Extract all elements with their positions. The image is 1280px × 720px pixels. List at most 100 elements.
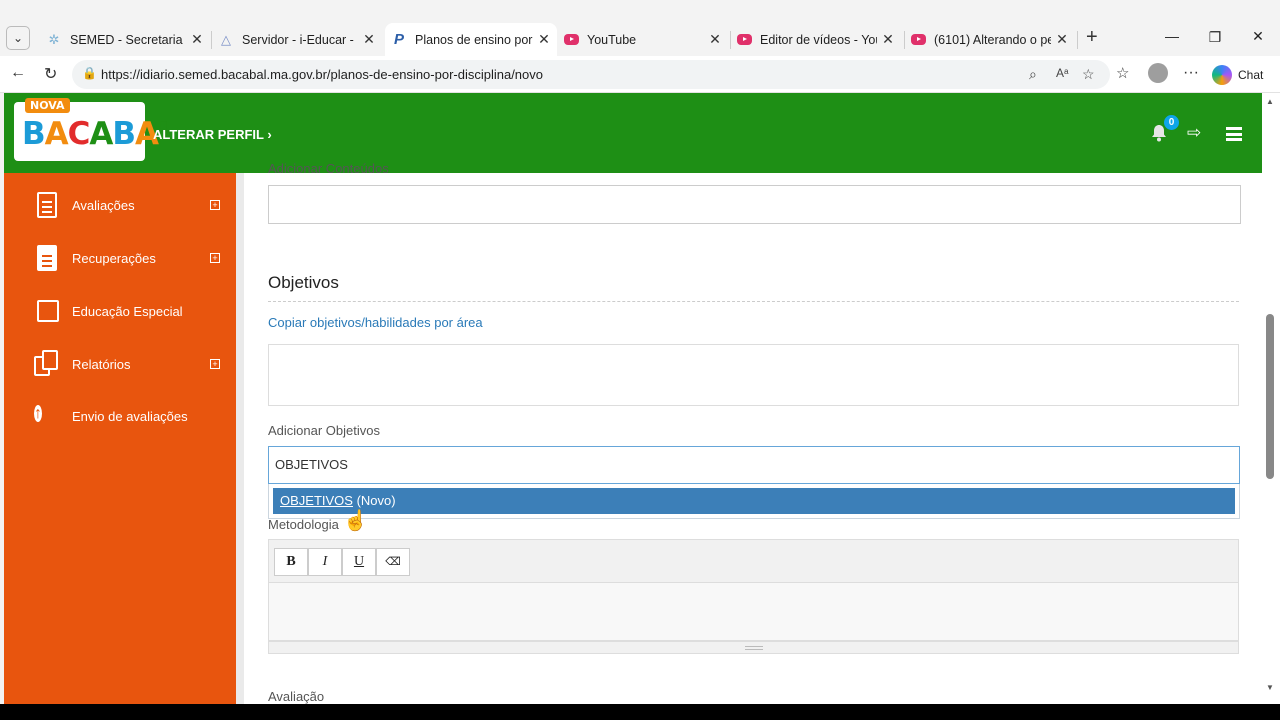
hamburger-menu-icon[interactable]	[1226, 127, 1242, 141]
tab-editor-videos[interactable]: Editor de vídeos - YouTu ✕	[731, 23, 901, 56]
copilot-icon	[1212, 65, 1232, 85]
main-content: Adicionar Conteúdos Objetivos Copiar obj…	[236, 161, 1262, 704]
youtube-icon	[737, 34, 752, 45]
favorites-icon[interactable]: ☆	[1116, 64, 1129, 82]
sidebar-item-label: Relatórios	[72, 356, 131, 372]
new-tab-button[interactable]: +	[1086, 26, 1098, 49]
navigation-bar: ← ↻ 🔒 https://idiario.semed.bacabal.ma.g…	[0, 56, 1280, 93]
upload-icon: ↑	[34, 405, 42, 422]
tab-planos-de-ensino[interactable]: P Planos de ensino por co ✕	[385, 23, 557, 56]
read-aloud-icon[interactable]: Aᵃ	[1056, 66, 1068, 80]
page-icon	[34, 297, 60, 325]
logout-icon[interactable]: ⇨	[1187, 123, 1201, 143]
vertical-scrollbar[interactable]: ▲ ▼	[1262, 93, 1280, 704]
italic-button[interactable]: I	[308, 548, 342, 576]
sidebar-item-label: Recuperações	[72, 250, 156, 266]
tab-divider	[1077, 31, 1078, 49]
metodologia-editor-toolbar: B I U ⌫	[268, 539, 1239, 583]
tab-alterando-perfil[interactable]: (6101) Alterando o perfi ✕	[905, 23, 1075, 56]
chat-label: Chat	[1238, 68, 1264, 82]
scroll-up-icon[interactable]: ▲	[1266, 97, 1274, 106]
tab-title: YouTube	[587, 32, 637, 47]
site-header: NOVA BACABAL ALTERAR PERFIL › 0 ⇨	[4, 93, 1262, 173]
logo-top-text: NOVA	[25, 98, 70, 113]
dropdown-option-objetivos-novo[interactable]: OBJETIVOS (Novo)	[273, 488, 1235, 514]
scroll-down-icon[interactable]: ▼	[1266, 683, 1274, 692]
tab-title: Editor de vídeos - YouTu	[760, 32, 877, 47]
sidebar-item-envio-avaliacoes[interactable]: ↑ Envio de avaliações	[34, 401, 188, 431]
zoom-icon[interactable]: ⌕	[1029, 66, 1037, 83]
underline-button[interactable]: U	[342, 548, 376, 576]
window-close-button[interactable]: ✕	[1243, 28, 1273, 45]
tab-youtube[interactable]: YouTube ✕	[558, 23, 728, 56]
close-icon[interactable]: ✕	[881, 31, 895, 48]
copy-icon	[34, 350, 60, 378]
alterar-perfil-link[interactable]: ALTERAR PERFIL ›	[153, 127, 272, 142]
copilot-chat-button[interactable]: Chat	[1212, 62, 1263, 88]
close-icon[interactable]: ✕	[708, 31, 722, 48]
minimize-button[interactable]: —	[1157, 28, 1187, 44]
favorite-star-icon[interactable]: ☆	[1082, 66, 1095, 83]
close-icon[interactable]: ✕	[537, 31, 551, 48]
close-icon[interactable]: ✕	[362, 31, 376, 48]
conteudos-input[interactable]	[268, 185, 1241, 224]
adicionar-objetivos-input[interactable]: OBJETIVOS	[268, 446, 1240, 484]
web-page: NOVA BACABAL ALTERAR PERFIL › 0 ⇨ Avalia…	[4, 93, 1262, 704]
avaliacao-label: Avaliação	[268, 689, 325, 704]
adicionar-conteudos-label: Adicionar Conteúdos	[268, 161, 389, 176]
close-icon[interactable]: ✕	[1055, 31, 1069, 48]
sidebar-item-recuperacoes[interactable]: Recuperações +	[34, 243, 220, 273]
sidebar-item-avaliacoes[interactable]: Avaliações +	[34, 190, 220, 220]
sidebar-item-educacao-especial[interactable]: Educação Especial	[34, 296, 183, 326]
sidebar-item-label: Avaliações	[72, 197, 135, 213]
tab-ieducar[interactable]: △ Servidor - i-Educar - i-Ed ✕	[212, 23, 382, 56]
youtube-icon	[564, 34, 579, 45]
browser-window: ⌄ ✲ SEMED - Secretaria Mun ✕ △ Servidor …	[0, 0, 1280, 704]
tab-actions-menu[interactable]: ⌄	[6, 26, 30, 50]
option-main-text: OBJETIVOS	[280, 493, 353, 508]
lock-icon: 🔒	[82, 66, 97, 80]
tab-title: SEMED - Secretaria Mun	[70, 32, 186, 47]
editor-resize-handle[interactable]	[268, 641, 1239, 654]
objetivos-list-area[interactable]	[268, 344, 1239, 406]
gear-icon: ✲	[48, 31, 60, 47]
expand-icon[interactable]: +	[210, 200, 220, 210]
sidebar-item-relatorios[interactable]: Relatórios +	[34, 349, 220, 379]
document-icon	[34, 191, 60, 219]
close-icon[interactable]: ✕	[190, 31, 204, 48]
bold-button[interactable]: B	[274, 548, 308, 576]
tab-title: Servidor - i-Educar - i-Ed	[242, 32, 358, 47]
back-icon[interactable]: ←	[10, 64, 26, 82]
section-divider	[268, 301, 1239, 302]
tab-semed[interactable]: ✲ SEMED - Secretaria Mun ✕	[40, 23, 210, 56]
address-bar[interactable]: 🔒 https://idiario.semed.bacabal.ma.gov.b…	[72, 60, 1110, 89]
p-icon: P	[393, 30, 404, 48]
scrollbar-thumb[interactable]	[1266, 314, 1274, 479]
expand-icon[interactable]: +	[210, 253, 220, 263]
sidebar-item-label: Envio de avaliações	[72, 408, 188, 424]
hand-cursor-icon: ☝	[343, 510, 368, 532]
youtube-icon	[911, 34, 926, 45]
metodologia-editor[interactable]	[268, 583, 1239, 641]
clear-format-button[interactable]: ⌫	[376, 548, 410, 576]
expand-icon[interactable]: +	[210, 359, 220, 369]
metodologia-label: Metodologia	[268, 517, 339, 532]
profile-avatar[interactable]	[1148, 63, 1168, 83]
restore-button[interactable]: ❐	[1200, 29, 1230, 46]
document-filled-icon	[34, 244, 60, 272]
url-text: https://idiario.semed.bacabal.ma.gov.br/…	[101, 67, 543, 82]
triangle-icon: △	[221, 31, 231, 47]
sidebar: Avaliações + Recuperações + Educação Esp…	[4, 173, 236, 704]
objetivos-autocomplete-dropdown: OBJETIVOS (Novo)	[268, 484, 1240, 519]
tab-title: (6101) Alterando o perfi	[934, 32, 1051, 47]
reload-icon[interactable]: ↻	[44, 64, 57, 84]
tab-title: Planos de ensino por co	[415, 32, 533, 47]
notification-badge: 0	[1164, 115, 1179, 130]
option-suffix-text: (Novo)	[352, 493, 396, 508]
nova-bacabal-logo[interactable]: NOVA BACABAL	[14, 98, 178, 161]
adicionar-objetivos-label: Adicionar Objetivos	[268, 423, 380, 438]
copiar-objetivos-link[interactable]: Copiar objetivos/habilidades por área	[268, 315, 483, 330]
objetivos-section-title: Objetivos	[268, 273, 339, 292]
sidebar-item-label: Educação Especial	[72, 303, 183, 319]
more-options-icon[interactable]: ···	[1183, 64, 1199, 82]
